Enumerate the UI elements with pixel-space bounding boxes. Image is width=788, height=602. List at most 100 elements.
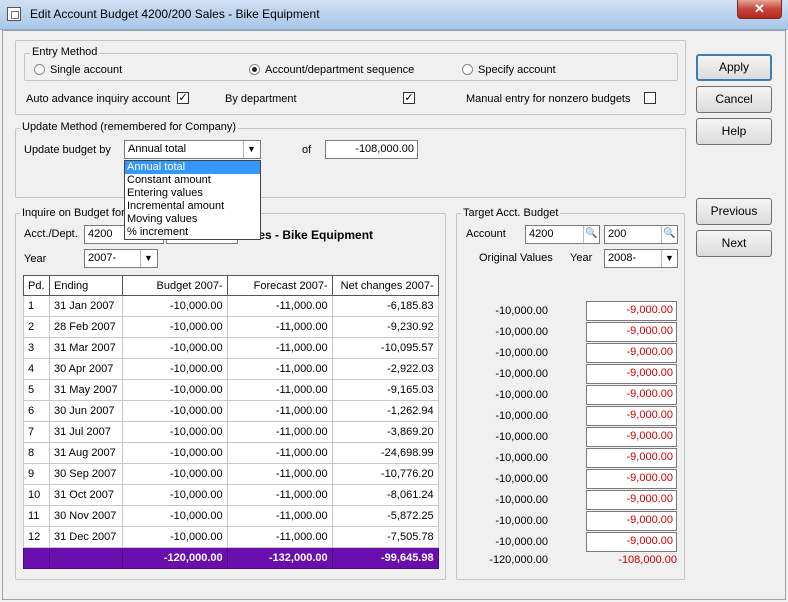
forecast-cell[interactable]: -11,000.00 [226, 484, 333, 506]
period-cell[interactable]: 3 [23, 337, 50, 359]
forecast-cell[interactable]: -11,000.00 [226, 400, 333, 422]
budget-cell[interactable]: -10,000.00 [121, 505, 228, 527]
ending-cell[interactable]: 31 Jul 2007 [49, 421, 123, 443]
period-cell[interactable]: 9 [23, 463, 50, 485]
ending-cell[interactable]: 28 Feb 2007 [49, 316, 123, 338]
table-row[interactable]: 5 31 May 2007 -10,000.00 -11,000.00 -9,165.0… [23, 379, 439, 401]
budget-cell[interactable]: -10,000.00 [121, 484, 228, 506]
target-value-input[interactable]: -9,000.00 [586, 490, 677, 510]
period-cell[interactable]: 4 [23, 358, 50, 380]
target-value-input[interactable]: -9,000.00 [586, 322, 677, 342]
next-button[interactable]: Next [696, 230, 772, 257]
period-cell[interactable]: 7 [23, 421, 50, 443]
dropdown-option[interactable]: % increment [125, 226, 260, 239]
target-value-input[interactable]: -9,000.00 [586, 532, 677, 552]
cancel-button[interactable]: Cancel [696, 86, 772, 113]
target-value-input[interactable]: -9,000.00 [586, 343, 677, 363]
net-change-cell[interactable]: -24,698.99 [331, 442, 439, 464]
net-change-cell[interactable]: -9,165.03 [331, 379, 439, 401]
help-button[interactable]: Help [696, 118, 772, 145]
single-account-label[interactable]: Single account [50, 64, 122, 76]
budget-cell[interactable]: -10,000.00 [121, 316, 228, 338]
account-department-sequence-label[interactable]: Account/department sequence [265, 64, 414, 76]
budget-cell[interactable]: -10,000.00 [121, 463, 228, 485]
period-cell[interactable]: 10 [23, 484, 50, 506]
budget-cell[interactable]: -10,000.00 [121, 337, 228, 359]
update-budget-by-dropdown-icon[interactable]: ▼ [243, 141, 259, 158]
account-department-sequence-radio[interactable] [249, 64, 260, 75]
ending-cell[interactable]: 30 Sep 2007 [49, 463, 123, 485]
ending-cell[interactable]: 30 Nov 2007 [49, 505, 123, 527]
update-budget-by-select[interactable]: Annual total [124, 140, 261, 159]
ending-cell[interactable]: 31 Jan 2007 [49, 295, 123, 317]
by-department-checkbox[interactable]: ✓ [403, 92, 415, 104]
forecast-cell[interactable]: -11,000.00 [226, 316, 333, 338]
target-value-input[interactable]: -9,000.00 [586, 406, 677, 426]
net-change-cell[interactable]: -5,872.25 [331, 505, 439, 527]
dropdown-option[interactable]: Annual total [125, 161, 260, 174]
single-account-radio[interactable] [34, 64, 45, 75]
ending-cell[interactable]: 31 May 2007 [49, 379, 123, 401]
budget-cell[interactable]: -10,000.00 [121, 421, 228, 443]
of-value-input[interactable]: -108,000.00 [325, 140, 418, 159]
forecast-cell[interactable]: -11,000.00 [226, 358, 333, 380]
target-value-input[interactable]: -9,000.00 [586, 448, 677, 468]
close-button[interactable]: ✕ [737, 0, 782, 19]
table-row[interactable]: 8 31 Aug 2007 -10,000.00 -11,000.00 -24,698.… [23, 442, 439, 464]
budget-cell[interactable]: -10,000.00 [121, 400, 228, 422]
net-change-cell[interactable]: -8,061.24 [331, 484, 439, 506]
budget-cell[interactable]: -10,000.00 [121, 379, 228, 401]
table-row[interactable]: 4 30 Apr 2007 -10,000.00 -11,000.00 -2,922.0… [23, 358, 439, 380]
update-budget-by-list[interactable]: Annual total Constant amount Entering valu… [124, 160, 261, 240]
forecast-cell[interactable]: -11,000.00 [226, 337, 333, 359]
net-change-cell[interactable]: -7,505.78 [331, 526, 439, 548]
col-net-changes[interactable]: Net changes 2007- [331, 275, 439, 296]
dropdown-option[interactable]: Incremental amount [125, 200, 260, 213]
apply-button[interactable]: Apply [696, 54, 772, 81]
table-row[interactable]: 3 31 Mar 2007 -10,000.00 -11,000.00 -10,095.… [23, 337, 439, 359]
table-row[interactable]: 1 31 Jan 2007 -10,000.00 -11,000.00 -6,185.8… [23, 295, 439, 317]
net-change-cell[interactable]: -6,185.83 [331, 295, 439, 317]
ending-cell[interactable]: 30 Jun 2007 [49, 400, 123, 422]
period-cell[interactable]: 8 [23, 442, 50, 464]
table-row[interactable]: 12 31 Dec 2007 -10,000.00 -11,000.00 -7,505.… [23, 526, 439, 548]
target-value-input[interactable]: -9,000.00 [586, 427, 677, 447]
period-cell[interactable]: 11 [23, 505, 50, 527]
table-row[interactable]: 7 31 Jul 2007 -10,000.00 -11,000.00 -3,869.2… [23, 421, 439, 443]
net-change-cell[interactable]: -2,922.03 [331, 358, 439, 380]
ending-cell[interactable]: 31 Mar 2007 [49, 337, 123, 359]
period-cell[interactable]: 5 [23, 379, 50, 401]
ending-cell[interactable]: 31 Aug 2007 [49, 442, 123, 464]
target-value-input[interactable]: -9,000.00 [586, 301, 677, 321]
period-cell[interactable]: 2 [23, 316, 50, 338]
dropdown-option[interactable]: Constant amount [125, 174, 260, 187]
col-ending[interactable]: Ending [49, 275, 123, 296]
col-forecast[interactable]: Forecast 2007- [226, 275, 333, 296]
net-change-cell[interactable]: -3,869.20 [331, 421, 439, 443]
auto-advance-checkbox[interactable]: ✓ [177, 92, 189, 104]
inquire-year-dropdown-icon[interactable]: ▼ [140, 250, 156, 267]
period-cell[interactable]: 12 [23, 526, 50, 548]
net-change-cell[interactable]: -9,230.92 [331, 316, 439, 338]
target-value-input[interactable]: -9,000.00 [586, 469, 677, 489]
forecast-cell[interactable]: -11,000.00 [226, 421, 333, 443]
net-change-cell[interactable]: -10,776.20 [331, 463, 439, 485]
previous-button[interactable]: Previous [696, 198, 772, 225]
ending-cell[interactable]: 31 Oct 2007 [49, 484, 123, 506]
table-row[interactable]: 10 31 Oct 2007 -10,000.00 -11,000.00 -8,061.… [23, 484, 439, 506]
target-department-search-icon[interactable]: 🔍 [661, 226, 677, 243]
specify-account-radio[interactable] [462, 64, 473, 75]
target-value-input[interactable]: -9,000.00 [586, 511, 677, 531]
budget-cell[interactable]: -10,000.00 [121, 442, 228, 464]
period-cell[interactable]: 6 [23, 400, 50, 422]
target-account-search-icon[interactable]: 🔍 [583, 226, 599, 243]
dropdown-option[interactable]: Moving values [125, 213, 260, 226]
ending-cell[interactable]: 31 Dec 2007 [49, 526, 123, 548]
table-row[interactable]: 9 30 Sep 2007 -10,000.00 -11,000.00 -10,776.… [23, 463, 439, 485]
target-value-input[interactable]: -9,000.00 [586, 385, 677, 405]
col-period[interactable]: Pd. [23, 275, 50, 296]
forecast-cell[interactable]: -11,000.00 [226, 505, 333, 527]
forecast-cell[interactable]: -11,000.00 [226, 526, 333, 548]
target-year-dropdown-icon[interactable]: ▼ [661, 250, 677, 267]
manual-entry-checkbox[interactable] [644, 92, 656, 104]
